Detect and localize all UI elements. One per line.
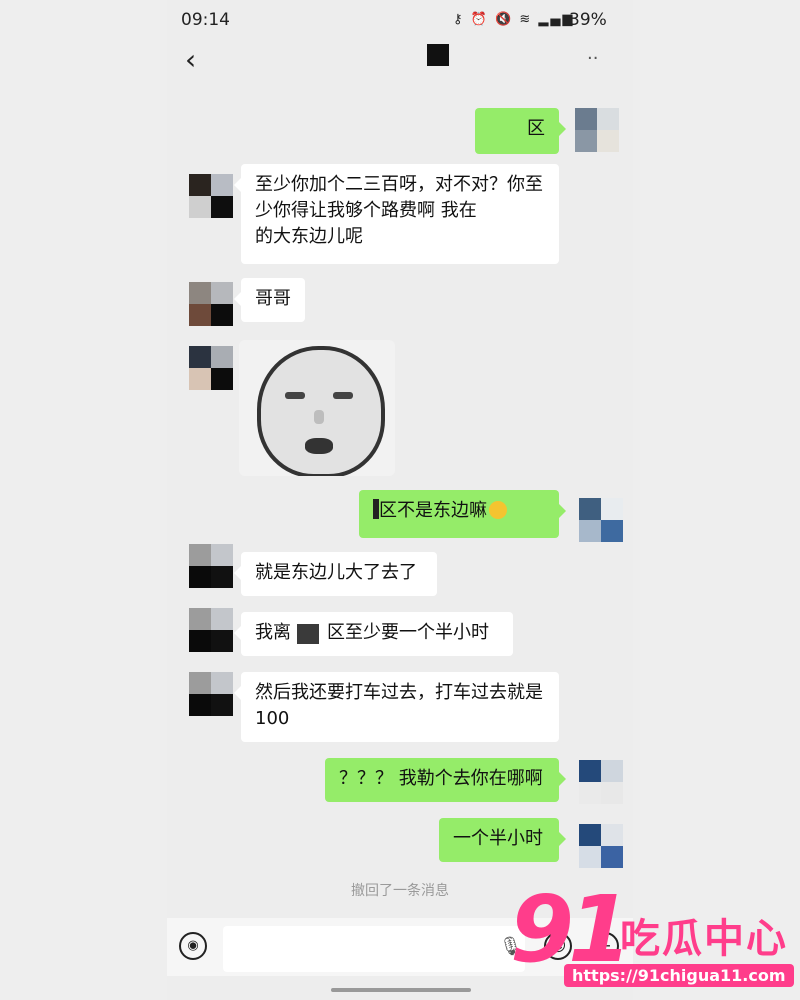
- status-time: 09:14: [181, 10, 230, 30]
- message-text: 哥哥: [255, 288, 291, 309]
- message-text: 就是东边儿大了去了: [255, 562, 417, 583]
- face-eye: [333, 392, 353, 399]
- message-text: 我离 区至少要一个半小时: [255, 622, 489, 643]
- sticker-image[interactable]: [239, 340, 395, 476]
- message-bubble-outgoing[interactable]: 一个半小时: [439, 818, 566, 862]
- avatar-contact[interactable]: [189, 544, 233, 588]
- laughing-emoji-icon: [489, 501, 507, 519]
- face-nose: [314, 410, 324, 424]
- message-bubble-incoming[interactable]: 哥哥: [234, 278, 305, 322]
- avatar-contact[interactable]: [189, 608, 233, 652]
- message-bubble-outgoing[interactable]: 区不是东边嘛: [359, 490, 566, 538]
- face-mouth: [305, 438, 333, 454]
- status-bar: 09:14 ⚷ ⏰ 🔇 ≋ ▂▄▆ 39%: [167, 0, 633, 40]
- avatar-contact[interactable]: [189, 672, 233, 716]
- face-eye: [285, 392, 305, 399]
- avatar-contact[interactable]: [189, 282, 233, 326]
- message-list[interactable]: 区 至少你加个二三百呀，对不对？你至少你得让我够个路费啊 我在 的大东边儿呢 哥…: [167, 80, 633, 918]
- message-text: 至少你加个二三百呀，对不对？你至少你得让我够个路费啊 我在 的大东边儿呢: [255, 174, 543, 247]
- chat-title-redacted: [427, 44, 449, 66]
- message-text: 区: [527, 118, 545, 139]
- meme-face-image: [257, 346, 385, 476]
- mute-icon: 🔇: [495, 12, 514, 27]
- avatar-self[interactable]: [579, 824, 623, 868]
- watermark-url: https://91chigua11.com: [564, 964, 794, 987]
- status-icons: ⚷ ⏰ 🔇 ≋ ▂▄▆: [453, 12, 574, 27]
- message-bubble-incoming[interactable]: 至少你加个二三百呀，对不对？你至少你得让我够个路费啊 我在 的大东边儿呢: [234, 164, 559, 264]
- message-text: 区不是东边嘛: [379, 500, 487, 521]
- voice-mode-icon[interactable]: ◉: [179, 932, 207, 960]
- key-icon: ⚷: [453, 12, 465, 27]
- avatar-self[interactable]: [579, 760, 623, 804]
- wifi-icon: ≋: [519, 12, 533, 27]
- site-watermark: 91 吃瓜中心 https://91chigua11.com: [510, 880, 800, 1000]
- message-bubble-incoming[interactable]: 就是东边儿大了去了: [234, 552, 437, 596]
- avatar-self[interactable]: [579, 498, 623, 542]
- message-text: 然后我还要打车过去，打车过去就是100: [255, 682, 543, 729]
- message-bubble-incoming[interactable]: 我离 区至少要一个半小时: [234, 612, 513, 656]
- redaction-block: [297, 624, 319, 644]
- avatar-contact[interactable]: [189, 346, 233, 390]
- chat-header: ‹ ··: [167, 40, 633, 80]
- message-bubble-incoming[interactable]: 然后我还要打车过去，打车过去就是100: [234, 672, 559, 742]
- right-margin: [633, 0, 800, 1000]
- message-text: 一个半小时: [453, 828, 543, 849]
- avatar-contact[interactable]: [189, 174, 233, 218]
- redaction-block: [373, 499, 379, 519]
- message-text: ？？？ 我勒个去你在哪啊: [339, 768, 543, 789]
- battery-level: 39%: [569, 10, 607, 30]
- watermark-name: 吃瓜中心: [620, 916, 788, 962]
- avatar-self[interactable]: [575, 108, 619, 152]
- message-bubble-outgoing[interactable]: ？？？ 我勒个去你在哪啊: [325, 758, 566, 802]
- more-options-icon[interactable]: ··: [587, 48, 598, 69]
- home-indicator[interactable]: [331, 988, 471, 992]
- phone-screen: 09:14 ⚷ ⏰ 🔇 ≋ ▂▄▆ 39% ‹ ·· 区 至少你加个二三百呀，对…: [167, 0, 633, 1000]
- back-arrow-icon[interactable]: ‹: [185, 46, 196, 74]
- left-margin: [0, 0, 167, 1000]
- alarm-icon: ⏰: [470, 12, 489, 27]
- message-input[interactable]: [223, 926, 525, 972]
- message-bubble-outgoing[interactable]: 区: [475, 108, 566, 154]
